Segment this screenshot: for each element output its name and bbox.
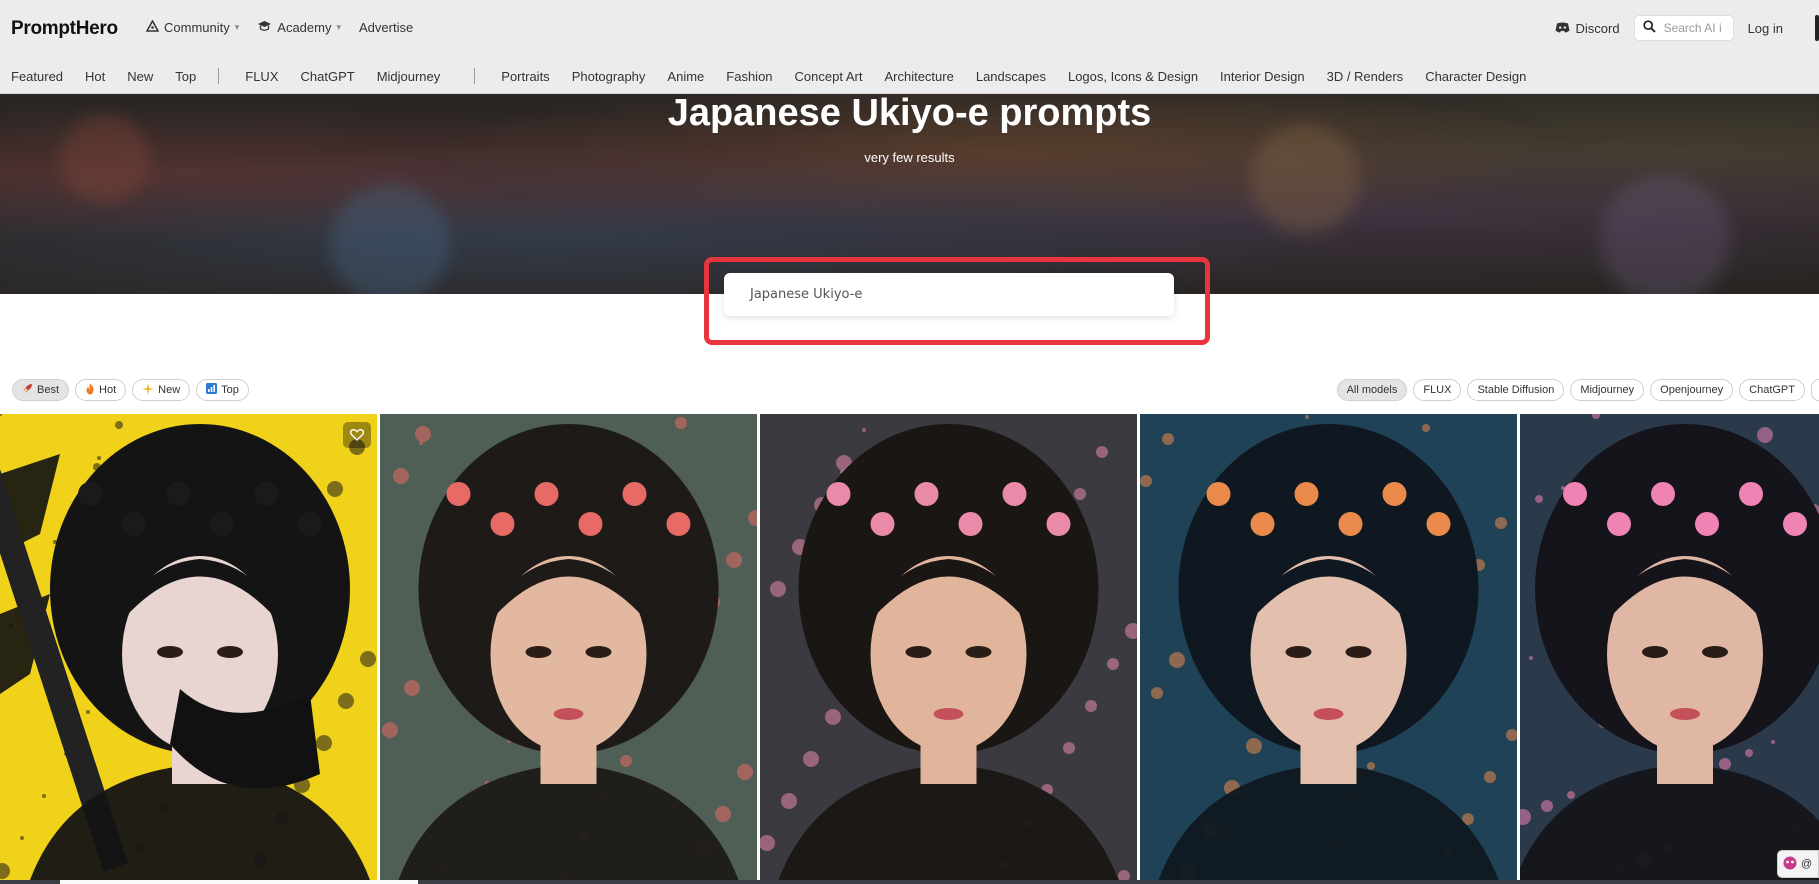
discord-link[interactable]: Discord bbox=[1555, 21, 1620, 36]
discord-icon bbox=[1555, 21, 1570, 36]
portrait-illustration bbox=[760, 414, 1137, 880]
fire-icon bbox=[85, 383, 95, 398]
cat-architecture[interactable]: Architecture bbox=[884, 69, 953, 84]
gallery-image-geisha-kimono[interactable] bbox=[1520, 414, 1819, 880]
signup-button-edge[interactable] bbox=[1815, 15, 1819, 41]
model-all-chip[interactable]: All models bbox=[1336, 379, 1408, 401]
mascot-icon bbox=[1782, 856, 1798, 873]
cat-3d-renders[interactable]: 3D / Renders bbox=[1327, 69, 1404, 84]
sort-hot-label: Hot bbox=[99, 384, 117, 396]
bokeh-light bbox=[1250, 124, 1360, 234]
corner-badge-text: @ bbox=[1801, 858, 1813, 870]
nav-advertise[interactable]: Advertise bbox=[359, 20, 413, 35]
top-bar: PromptHero Community ▾ Academy ▾ Adverti… bbox=[0, 0, 1819, 58]
gallery-image-geisha-roses[interactable] bbox=[380, 414, 757, 880]
cat-anime[interactable]: Anime bbox=[667, 69, 704, 84]
main-search-value: Japanese Ukiyo-e bbox=[750, 287, 863, 302]
nav-divider bbox=[474, 68, 476, 84]
model-chatgpt-chip[interactable]: ChatGPT bbox=[1739, 379, 1805, 401]
gallery-image-ninja-woman[interactable] bbox=[0, 414, 377, 880]
nav-community[interactable]: Community ▾ bbox=[145, 19, 240, 35]
cat-hot[interactable]: Hot bbox=[85, 69, 105, 84]
cat-flux[interactable]: FLUX bbox=[245, 69, 278, 84]
site-logo[interactable]: PromptHero bbox=[11, 18, 118, 40]
cat-photography[interactable]: Photography bbox=[572, 69, 646, 84]
model-more-chip-edge[interactable] bbox=[1811, 379, 1819, 401]
gallery-image-woman-koi[interactable] bbox=[1140, 414, 1517, 880]
bottom-scroll-strip bbox=[0, 880, 1819, 884]
community-icon bbox=[145, 19, 160, 35]
portrait-illustration bbox=[1140, 414, 1517, 880]
category-nav: Featured Hot New Top FLUX ChatGPT Midjou… bbox=[11, 68, 1548, 84]
rocket-icon bbox=[22, 383, 33, 397]
main-search-input[interactable]: Japanese Ukiyo-e bbox=[724, 273, 1174, 316]
sort-new-label: New bbox=[158, 384, 181, 396]
heart-icon[interactable] bbox=[343, 422, 371, 448]
header-actions: Discord Search AI i Log in bbox=[1555, 15, 1819, 41]
cat-top[interactable]: Top bbox=[175, 69, 196, 84]
top-nav: Community ▾ Academy ▾ Advertise bbox=[145, 19, 413, 35]
header-search-input[interactable]: Search AI i bbox=[1633, 15, 1734, 41]
model-stable-diffusion-chip[interactable]: Stable Diffusion bbox=[1467, 379, 1565, 401]
cat-landscapes[interactable]: Landscapes bbox=[976, 69, 1046, 84]
model-midjourney-chip[interactable]: Midjourney bbox=[1570, 379, 1645, 401]
cat-portraits[interactable]: Portraits bbox=[501, 69, 549, 84]
cat-concept-art[interactable]: Concept Art bbox=[795, 69, 863, 84]
sort-best-chip[interactable]: Best bbox=[12, 379, 70, 401]
corner-badge[interactable]: @ bbox=[1777, 850, 1819, 878]
nav-divider bbox=[218, 68, 220, 84]
cat-chatgpt[interactable]: ChatGPT bbox=[301, 69, 355, 84]
chart-icon bbox=[206, 383, 218, 397]
page-title: Japanese Ukiyo-e prompts bbox=[667, 94, 1152, 134]
portrait-illustration bbox=[1520, 414, 1819, 880]
portrait-illustration bbox=[380, 414, 757, 880]
sparkle-icon bbox=[142, 382, 155, 398]
sort-top-label: Top bbox=[221, 384, 239, 396]
cat-character-design[interactable]: Character Design bbox=[1425, 69, 1526, 84]
page: PromptHero Community ▾ Academy ▾ Adverti… bbox=[0, 0, 1819, 884]
results-subtitle: very few results bbox=[864, 150, 955, 165]
model-flux-chip[interactable]: FLUX bbox=[1413, 379, 1462, 401]
cat-midjourney[interactable]: Midjourney bbox=[377, 69, 441, 84]
search-icon bbox=[1642, 20, 1656, 36]
bokeh-light bbox=[330, 184, 450, 294]
cat-logos-icons-design[interactable]: Logos, Icons & Design bbox=[1068, 69, 1198, 84]
sort-best-label: Best bbox=[37, 384, 60, 396]
nav-academy-label: Academy bbox=[277, 20, 332, 35]
chevron-down-icon: ▾ bbox=[234, 22, 240, 32]
sort-hot-chip[interactable]: Hot bbox=[75, 379, 127, 401]
cat-fashion[interactable]: Fashion bbox=[726, 69, 772, 84]
cat-new[interactable]: New bbox=[127, 69, 153, 84]
portrait-illustration bbox=[0, 414, 377, 880]
sort-top-chip[interactable]: Top bbox=[196, 379, 249, 401]
login-link[interactable]: Log in bbox=[1748, 21, 1783, 36]
gallery-image-woman-lanterns[interactable] bbox=[760, 414, 1137, 880]
discord-label: Discord bbox=[1575, 20, 1620, 36]
bottom-strip-highlight bbox=[60, 880, 418, 884]
header-search-placeholder: Search AI i bbox=[1663, 21, 1722, 35]
nav-community-label: Community bbox=[164, 20, 230, 35]
nav-academy[interactable]: Academy ▾ bbox=[257, 20, 341, 35]
sort-filters: Best Hot New Top bbox=[12, 379, 249, 401]
site-header: PromptHero Community ▾ Academy ▾ Adverti… bbox=[0, 0, 1819, 94]
bokeh-light bbox=[1600, 174, 1730, 294]
image-gallery bbox=[0, 414, 1819, 880]
cat-interior-design[interactable]: Interior Design bbox=[1220, 69, 1305, 84]
graduation-cap-icon bbox=[257, 20, 272, 35]
model-filters: All models FLUX Stable Diffusion Midjour… bbox=[1336, 379, 1819, 401]
cat-featured[interactable]: Featured bbox=[11, 69, 63, 84]
nav-advertise-label: Advertise bbox=[359, 20, 414, 35]
chevron-down-icon: ▾ bbox=[336, 22, 342, 32]
sort-new-chip[interactable]: New bbox=[132, 379, 191, 401]
model-openjourney-chip[interactable]: Openjourney bbox=[1650, 379, 1734, 401]
